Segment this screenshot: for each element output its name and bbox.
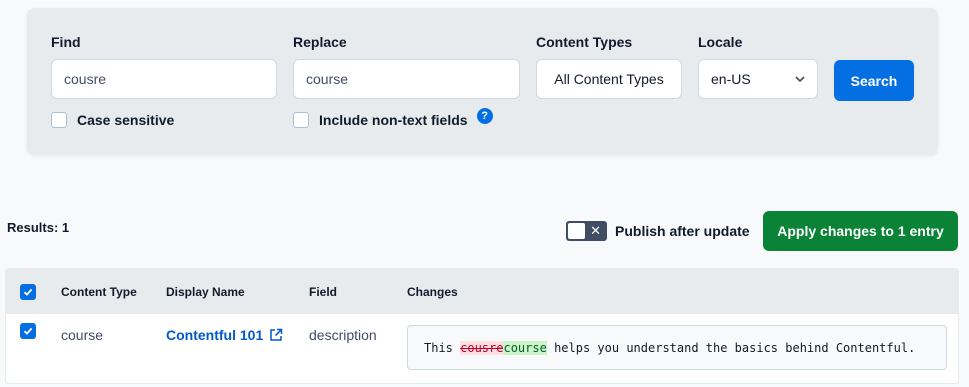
case-sensitive-checkbox[interactable] <box>51 112 67 128</box>
header-field: Field <box>309 285 338 299</box>
header-changes: Changes <box>407 285 458 299</box>
page: Find cousre Replace course Content Types… <box>0 0 969 387</box>
help-icon[interactable]: ? <box>476 108 493 124</box>
header-content-type: Content Type <box>61 285 137 299</box>
checkmark-icon <box>23 327 33 335</box>
content-types-select[interactable]: All Content Types <box>536 59 682 99</box>
locale-value: en-US <box>711 71 751 87</box>
search-panel: Find cousre Replace course Content Types… <box>27 8 938 155</box>
non-text-fields-option[interactable]: Include non-text fields ? <box>293 108 493 128</box>
find-label: Find <box>51 34 81 50</box>
diff-added: course <box>503 340 547 355</box>
close-icon: ✕ <box>590 223 601 238</box>
results-count: Results: 1 <box>7 220 70 235</box>
publish-toggle[interactable]: ✕ <box>566 221 607 241</box>
search-button[interactable]: Search <box>834 60 914 101</box>
publish-label: Publish after update <box>615 223 750 239</box>
table-header: Content Type Display Name Field Changes <box>6 269 958 314</box>
diff-prefix: This <box>424 340 461 355</box>
header-display-name: Display Name <box>166 285 245 299</box>
row-content-type: course <box>61 327 104 343</box>
row-field: description <box>309 327 377 343</box>
entry-link[interactable]: Contentful 101 <box>166 327 283 343</box>
toggle-knob <box>568 223 585 239</box>
locale-label: Locale <box>698 34 743 50</box>
results-table: Content Type Display Name Field Changes … <box>5 268 959 384</box>
content-types-label: Content Types <box>536 34 633 50</box>
apply-changes-button[interactable]: Apply changes to 1 entry <box>763 211 958 251</box>
diff-removed: cousre <box>460 340 504 355</box>
replace-label: Replace <box>293 34 347 50</box>
non-text-fields-label: Include non-text fields <box>319 112 468 128</box>
case-sensitive-option[interactable]: Case sensitive <box>51 112 174 128</box>
replace-input[interactable]: course <box>293 59 520 99</box>
diff-suffix: helps you understand the basics behind C… <box>546 340 916 355</box>
chevron-down-icon <box>795 76 805 83</box>
locale-select[interactable]: en-US <box>698 59 818 99</box>
find-input[interactable]: cousre <box>51 59 277 99</box>
select-all-checkbox[interactable] <box>20 284 36 300</box>
non-text-fields-checkbox[interactable] <box>293 112 309 128</box>
change-diff: This cousre course helps you understand t… <box>407 325 947 370</box>
case-sensitive-label: Case sensitive <box>77 112 175 128</box>
row-checkbox[interactable] <box>20 323 36 339</box>
entry-link-label: Contentful 101 <box>166 327 264 343</box>
checkmark-icon <box>23 288 33 296</box>
external-link-icon <box>270 328 283 341</box>
